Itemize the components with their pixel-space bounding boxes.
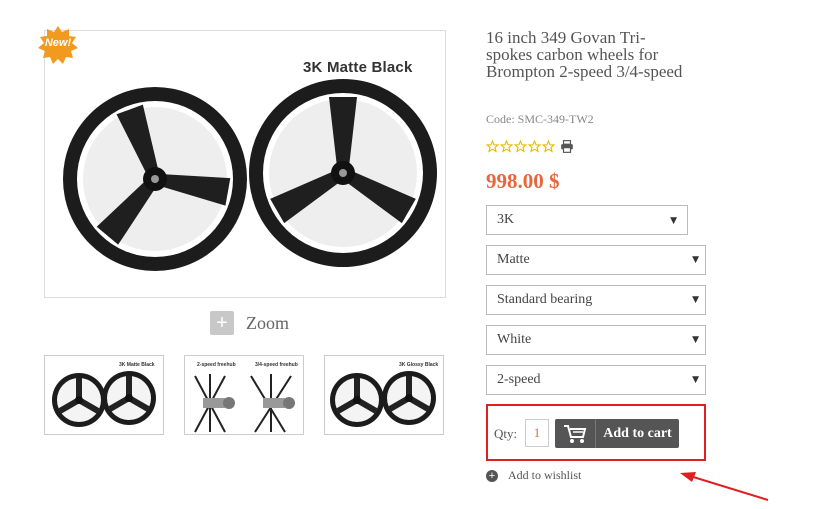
thumbnail-2[interactable]: 2-speed freehub 3/4-speed freehub <box>184 355 304 435</box>
star-empty-icon[interactable] <box>528 140 541 153</box>
select-finish-value: Matte <box>497 252 530 267</box>
select-bearing-value: Standard bearing <box>497 292 593 307</box>
select-color-value: White <box>497 332 532 347</box>
new-badge-label: New! <box>44 37 72 49</box>
select-color[interactable]: White ▼ <box>486 325 706 355</box>
select-pattern[interactable]: 3K ▼ <box>486 205 688 235</box>
zoom-plus-icon[interactable]: + <box>210 311 234 335</box>
thumb-caption-right: 3/4-speed freehub <box>255 362 298 368</box>
chevron-down-icon: ▼ <box>692 375 699 385</box>
zoom-control[interactable]: + Zoom <box>210 310 289 336</box>
star-empty-icon[interactable] <box>486 140 499 153</box>
chevron-down-icon: ▼ <box>692 295 699 305</box>
chevron-down-icon: ▼ <box>670 216 677 226</box>
zoom-label[interactable]: Zoom <box>246 313 289 334</box>
product-code: Code: SMC-349-TW2 <box>486 112 594 126</box>
annotation-arrow-icon <box>680 472 769 501</box>
plus-circle-icon: + <box>486 469 498 482</box>
add-to-cart-highlight: Qty: 1 Add to cart <box>486 404 706 461</box>
star-empty-icon[interactable] <box>514 140 527 153</box>
qty-input[interactable]: 1 <box>525 419 549 447</box>
thumbnail-3[interactable]: 3K Glossy Black <box>324 355 444 435</box>
add-to-cart-label: Add to cart <box>603 425 672 441</box>
select-bearing[interactable]: Standard bearing ▼ <box>486 285 706 315</box>
cart-icon <box>555 419 596 448</box>
select-speed-value: 2-speed <box>497 372 541 387</box>
image-caption: 3K Matte Black <box>303 59 413 76</box>
product-title: 16 inch 349 Govan Tri-spokes carbon whee… <box>486 28 683 81</box>
print-icon[interactable] <box>560 140 574 153</box>
product-main-image[interactable]: 3K Matte Black <box>44 30 446 298</box>
wishlist-label: Add to wishlist <box>508 468 582 482</box>
add-to-cart-button[interactable]: Add to cart <box>555 419 679 448</box>
select-speed[interactable]: 2-speed ▼ <box>486 365 706 395</box>
new-badge: New! <box>38 26 78 66</box>
thumb-caption: 3K Matte Black <box>119 362 155 368</box>
thumbnail-1[interactable]: 3K Matte Black <box>44 355 164 435</box>
thumb-caption-left: 2-speed freehub <box>197 362 236 368</box>
rating[interactable] <box>486 140 574 153</box>
product-price: 998.00 $ <box>486 169 560 193</box>
add-to-wishlist-link[interactable]: + Add to wishlist <box>486 468 581 483</box>
qty-label: Qty: <box>494 426 518 441</box>
select-finish[interactable]: Matte ▼ <box>486 245 706 275</box>
chevron-down-icon: ▼ <box>692 255 699 265</box>
thumb-caption: 3K Glossy Black <box>399 362 439 368</box>
star-empty-icon[interactable] <box>542 140 555 153</box>
chevron-down-icon: ▼ <box>692 335 699 345</box>
star-empty-icon[interactable] <box>500 140 513 153</box>
select-pattern-value: 3K <box>497 212 515 227</box>
